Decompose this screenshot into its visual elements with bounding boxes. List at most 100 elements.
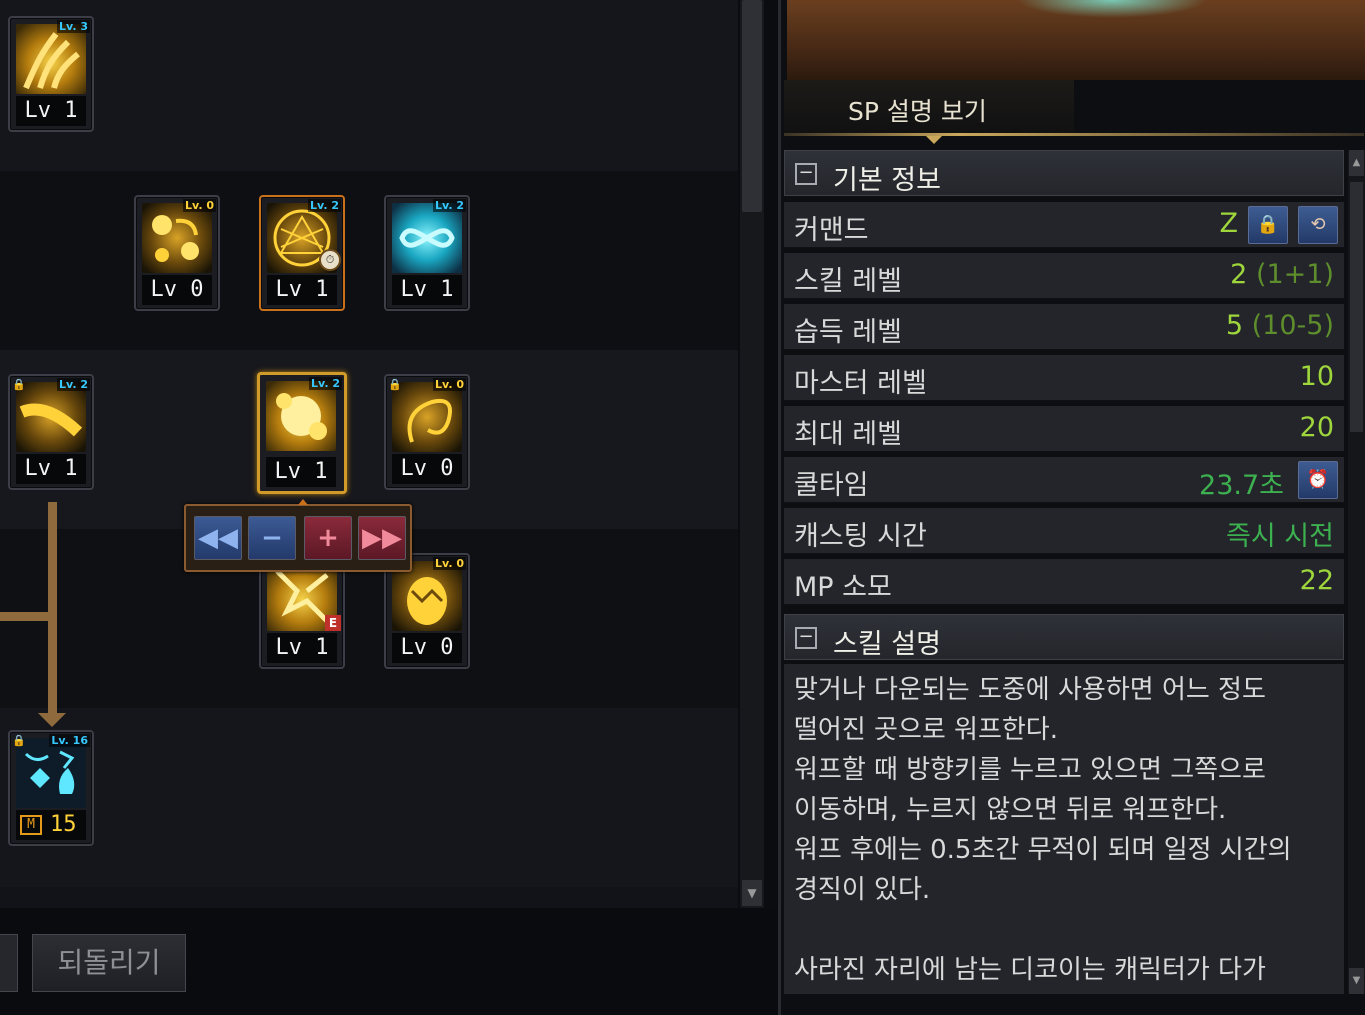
cooldown-clock-icon: ⏱: [319, 249, 341, 271]
sp-tab-label: SP 설명 보기: [848, 97, 987, 126]
level-minus-button[interactable]: −: [248, 516, 296, 560]
scroll-down-arrow-icon[interactable]: ▼: [742, 880, 762, 906]
value-main: 5: [1225, 310, 1244, 341]
value-main: 2: [1230, 259, 1248, 290]
skill-slot[interactable]: 🔒 Lv. 2 Lv 1: [8, 374, 94, 490]
skill-tree-scrollbar[interactable]: ▼: [740, 0, 764, 908]
info-value: 5 (10-5): [1226, 310, 1334, 341]
skill-level-label: Lv 0: [392, 633, 462, 663]
section-title: 스킬 설명: [833, 629, 941, 660]
skill-level-tag: Lv. 0: [183, 199, 216, 212]
scrollbar-thumb[interactable]: [742, 0, 762, 212]
skill-level-tag: Lv. 2: [57, 378, 90, 391]
scrollbar-thumb[interactable]: [1350, 182, 1363, 432]
skill-description-text: 맞거나 다운되는 도중에 사용하면 어느 정도 떨어진 곳으로 워프한다. 워프…: [794, 675, 1292, 985]
swap-icon[interactable]: ⟲: [1298, 206, 1338, 244]
tree-row-band: [0, 350, 738, 529]
golden-whip-icon: [392, 382, 462, 452]
value-detail: (10-5): [1243, 310, 1334, 341]
info-row-max-level: 최대 레벨 20: [784, 406, 1344, 452]
info-value: 즉시 시전: [1226, 521, 1334, 552]
skill-preview-banner: [787, 0, 1365, 80]
tree-row-band: [0, 0, 738, 171]
info-row-master-level: 마스터 레벨 10: [784, 355, 1344, 401]
info-row-cooldown: 쿨타임 23.7초 ⏰: [784, 457, 1344, 503]
info-row-cast-time: 캐스팅 시간 즉시 시전: [784, 508, 1344, 554]
tree-row-band: [0, 171, 738, 350]
info-value: Z: [1219, 208, 1239, 239]
detail-scrollbar[interactable]: ▲ ▼: [1348, 150, 1365, 994]
skill-slot[interactable]: Lv. 3 Lv 1: [8, 16, 94, 132]
basic-info-header[interactable]: − 기본 정보: [784, 150, 1344, 196]
skill-badge-e: E: [325, 615, 341, 631]
skill-level-tag: Lv. 2: [433, 199, 466, 212]
skill-slot[interactable]: Lv. 2 Lv 1: [384, 195, 470, 311]
skill-tree-panel: Lv. 3 Lv 1 Lv. 0 Lv 0 Lv. 2 ⏱ Lv 1 Lv. 2…: [0, 0, 738, 908]
collapse-toggle-icon[interactable]: −: [795, 627, 817, 649]
skill-level-label: Lv 0: [142, 275, 212, 305]
info-key: MP 소모: [794, 572, 892, 603]
tree-connector: [0, 612, 52, 621]
info-value: 2 (1+1): [1230, 259, 1334, 290]
info-row-command: 커맨드 Z 🔒 ⟲: [784, 202, 1344, 248]
info-key: 커맨드: [794, 215, 869, 246]
info-key: 쿨타임: [794, 470, 869, 501]
skill-level-label: Lv 1: [267, 275, 337, 305]
info-row-skill-level: 스킬 레벨 2 (1+1): [784, 253, 1344, 299]
info-key: 캐스팅 시간: [794, 521, 927, 552]
scroll-down-arrow-icon[interactable]: ▼: [1349, 968, 1364, 994]
skill-slot[interactable]: Lv. 2 ⏱ Lv 1: [259, 195, 345, 311]
cyan-elements-icon: [16, 738, 86, 808]
info-row-mp-cost: MP 소모 22: [784, 559, 1344, 605]
skill-slot[interactable]: Lv. 0 Lv 0: [134, 195, 220, 311]
level-max-button[interactable]: ▶▶: [358, 516, 406, 560]
golden-swoop-icon: [16, 382, 86, 452]
info-key: 습득 레벨: [794, 317, 902, 348]
section-title: 기본 정보: [833, 165, 941, 196]
info-key: 최대 레벨: [794, 419, 902, 450]
golden-burst-icon: [266, 381, 336, 451]
level-plus-button[interactable]: +: [304, 516, 352, 560]
skill-level-value: 15: [50, 812, 77, 837]
lock-icon: 🔒: [12, 378, 26, 391]
skill-level-tag: Lv. 2: [309, 377, 342, 390]
skill-level-label: Lv 1: [267, 633, 337, 663]
info-key: 마스터 레벨: [794, 368, 927, 399]
lock-icon: 🔒: [388, 378, 402, 391]
value-detail: (1+1): [1247, 259, 1334, 290]
skill-level-tag: Lv. 16: [49, 734, 90, 747]
tree-row-band: [0, 708, 738, 887]
alarm-clock-icon[interactable]: ⏰: [1298, 461, 1338, 499]
preview-glow: [1017, 0, 1207, 18]
lock-icon[interactable]: 🔒: [1248, 206, 1288, 244]
info-value: 23.7초: [1199, 470, 1284, 501]
lock-icon: 🔒: [12, 734, 26, 747]
scroll-up-arrow-icon[interactable]: ▲: [1349, 150, 1364, 176]
skill-slot[interactable]: 🔒 Lv. 0 Lv 0: [384, 374, 470, 490]
tree-connector-arrow: [38, 713, 66, 727]
info-key: 스킬 레벨: [794, 266, 902, 297]
skill-level-tag: Lv. 3: [57, 20, 90, 33]
skill-description-header[interactable]: − 스킬 설명: [784, 614, 1344, 660]
partial-button[interactable]: [0, 934, 18, 992]
info-value: 22: [1299, 565, 1334, 596]
collapse-toggle-icon[interactable]: −: [795, 163, 817, 185]
skill-level-tag: Lv. 2: [308, 199, 341, 212]
level-control-popup: ◀◀ − + ▶▶: [184, 499, 412, 572]
sp-description-tab[interactable]: SP 설명 보기: [784, 80, 1364, 144]
skill-slot[interactable]: 🔒 Lv. 16 M 15: [8, 730, 94, 846]
level-min-button[interactable]: ◀◀: [194, 516, 242, 560]
cyan-knot-icon: [392, 203, 462, 273]
tree-connector: [48, 502, 57, 717]
skill-slot-selected[interactable]: Lv. 2 Lv 1: [257, 372, 347, 494]
master-badge-icon: M: [20, 815, 42, 835]
tab-indicator-arrow: [926, 136, 942, 144]
skill-description-body: 맞거나 다운되는 도중에 사용하면 어느 정도 떨어진 곳으로 워프한다. 워프…: [784, 664, 1344, 994]
golden-orbs-icon: [142, 203, 212, 273]
skill-level-label: Lv 0: [392, 454, 462, 484]
tab-underline: [784, 133, 1364, 136]
undo-button[interactable]: 되돌리기: [32, 934, 186, 992]
info-value: 10: [1299, 361, 1334, 392]
skill-level-label: Lv 1: [16, 454, 86, 484]
popup-pointer: [298, 499, 308, 505]
